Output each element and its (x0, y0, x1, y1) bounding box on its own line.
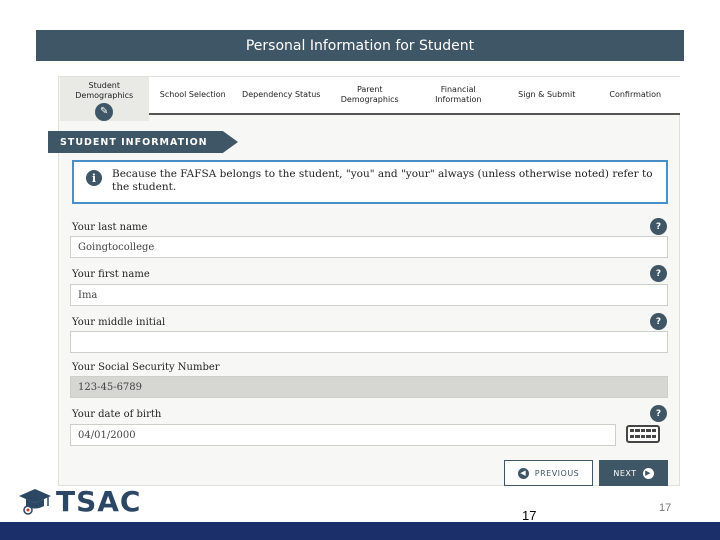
help-icon[interactable]: ? (650, 405, 667, 422)
slide-number: 17 (522, 508, 537, 523)
graduation-cap-icon (19, 489, 51, 515)
info-icon: i (86, 170, 102, 186)
footer-bar (0, 522, 720, 540)
tab-sign-submit[interactable]: Sign & Submit (502, 77, 591, 115)
tab-student-demographics[interactable]: Student Demographics ✎ (60, 77, 149, 121)
tab-label: Confirmation (609, 90, 662, 99)
first-name-input[interactable]: Ima (70, 284, 668, 306)
middle-initial-input[interactable] (70, 331, 668, 353)
help-icon[interactable]: ? (650, 218, 667, 235)
previous-label: PREVIOUS (534, 468, 580, 478)
info-text: Because the FAFSA belongs to the student… (112, 168, 653, 193)
logo-text: TSAC (56, 484, 142, 518)
tab-label: Sign & Submit (518, 90, 576, 99)
chevron-right-icon: ▶ (642, 467, 654, 479)
chevron-left-icon: ◀ (517, 467, 529, 479)
page-header: Personal Information for Student (36, 30, 684, 61)
last-name-input[interactable]: Goingtocollege (70, 236, 668, 258)
help-icon[interactable]: ? (650, 313, 667, 330)
ssn-field: 123-45-6789 (70, 376, 668, 398)
tab-label: Financial Information (435, 85, 482, 104)
tab-school-selection[interactable]: School Selection (148, 77, 237, 115)
section-banner: STUDENT INFORMATION (48, 131, 238, 153)
ssn-label: Your Social Security Number (72, 362, 220, 373)
slide-number-corner: 17 (659, 502, 672, 514)
tab-label: Student Demographics (75, 81, 134, 100)
next-label: NEXT (613, 468, 637, 478)
tsac-logo: TSAC (18, 484, 141, 518)
tab-label: Parent Demographics (340, 85, 399, 104)
middle-initial-label: Your middle initial (72, 317, 166, 328)
dob-label: Your date of birth (72, 409, 162, 420)
tab-parent-demographics[interactable]: Parent Demographics (325, 77, 414, 115)
keyboard-icon[interactable] (626, 425, 660, 443)
page-title: Personal Information for Student (245, 37, 475, 54)
dob-input[interactable]: 04/01/2000 (70, 424, 616, 446)
last-name-label: Your last name (72, 222, 148, 233)
next-button[interactable]: NEXT ▶ (599, 460, 668, 486)
info-box: i Because the FAFSA belongs to the stude… (72, 160, 668, 204)
help-icon[interactable]: ? (650, 265, 667, 282)
previous-button[interactable]: ◀ PREVIOUS (504, 460, 593, 486)
section-title: STUDENT INFORMATION (60, 136, 208, 148)
progress-tabs: Student Demographics ✎ School Selection … (60, 77, 680, 121)
tab-financial-information[interactable]: Financial Information (414, 77, 503, 115)
tab-dependency-status[interactable]: Dependency Status (237, 77, 326, 115)
tab-confirmation[interactable]: Confirmation (591, 77, 680, 115)
tab-label: School Selection (159, 90, 226, 99)
tab-label: Dependency Status (242, 90, 321, 99)
first-name-label: Your first name (72, 269, 150, 280)
pencil-icon: ✎ (95, 103, 114, 121)
